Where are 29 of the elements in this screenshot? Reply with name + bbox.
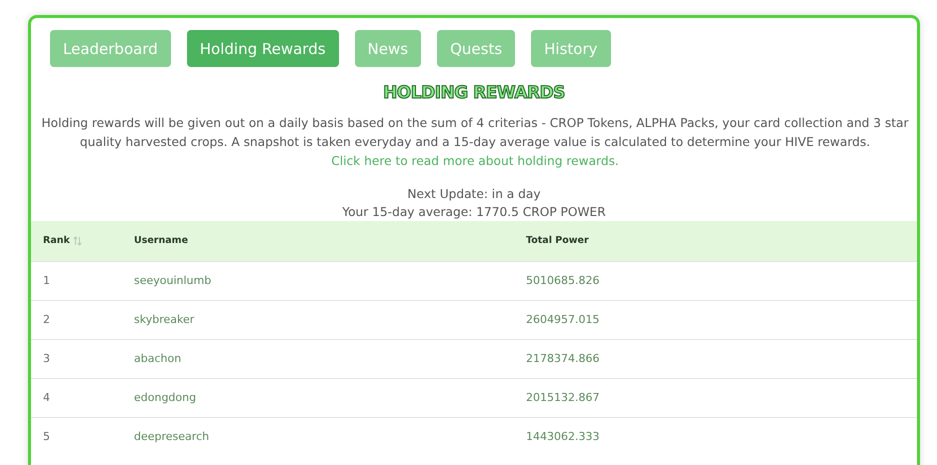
- section-title: HOLDING REWARDS: [382, 83, 566, 103]
- column-header: Username: [134, 235, 188, 246]
- table-cell: skybreaker: [134, 300, 525, 339]
- table-cell: deepresearch: [134, 417, 525, 456]
- average-text: Your 15-day average: 1770.5 CROP POWER: [341, 204, 607, 221]
- table-cell: 1: [31, 261, 134, 300]
- column-header: Total Power: [526, 235, 589, 246]
- table-cell: edongdong: [134, 378, 525, 417]
- sort-icon[interactable]: [72, 236, 82, 246]
- tab[interactable]: News: [354, 30, 422, 67]
- next-update-text: Next Update: in a day: [406, 186, 542, 203]
- table-cell: 3: [31, 339, 134, 378]
- tab[interactable]: History: [531, 30, 611, 67]
- table-cell: 2015132.867: [525, 378, 917, 417]
- table-cell: 4: [31, 378, 134, 417]
- read-more-link[interactable]: Click here to read more about holding rewards.: [331, 154, 619, 168]
- tab[interactable]: Quests: [437, 30, 516, 67]
- table-cell: 5010685.826: [525, 261, 917, 300]
- column-header[interactable]: Rank: [43, 235, 70, 246]
- table-cell: 2604957.015: [525, 300, 917, 339]
- table-cell: seeyouinlumb: [134, 261, 525, 300]
- description-text: Holding rewards will be given out on a daily basis based on the sum of 4 criterias - CROP Tokens, ALPHA Packs, your card collection and 3 star quality harvested crops. A snapshot is taken everyday and a 15-day average value is calculated to determine your HIVE rewards. Click here to read more about holding rewards.: [40, 115, 910, 170]
- table-cell: 2: [31, 300, 134, 339]
- table-cell: 1443062.333: [525, 417, 917, 456]
- table-cell: abachon: [134, 339, 525, 378]
- tab[interactable]: Leaderboard: [50, 30, 171, 67]
- table-cell: 2178374.866: [525, 339, 917, 378]
- tab[interactable]: Holding Rewards: [186, 30, 339, 67]
- table-cell: 5: [31, 417, 134, 456]
